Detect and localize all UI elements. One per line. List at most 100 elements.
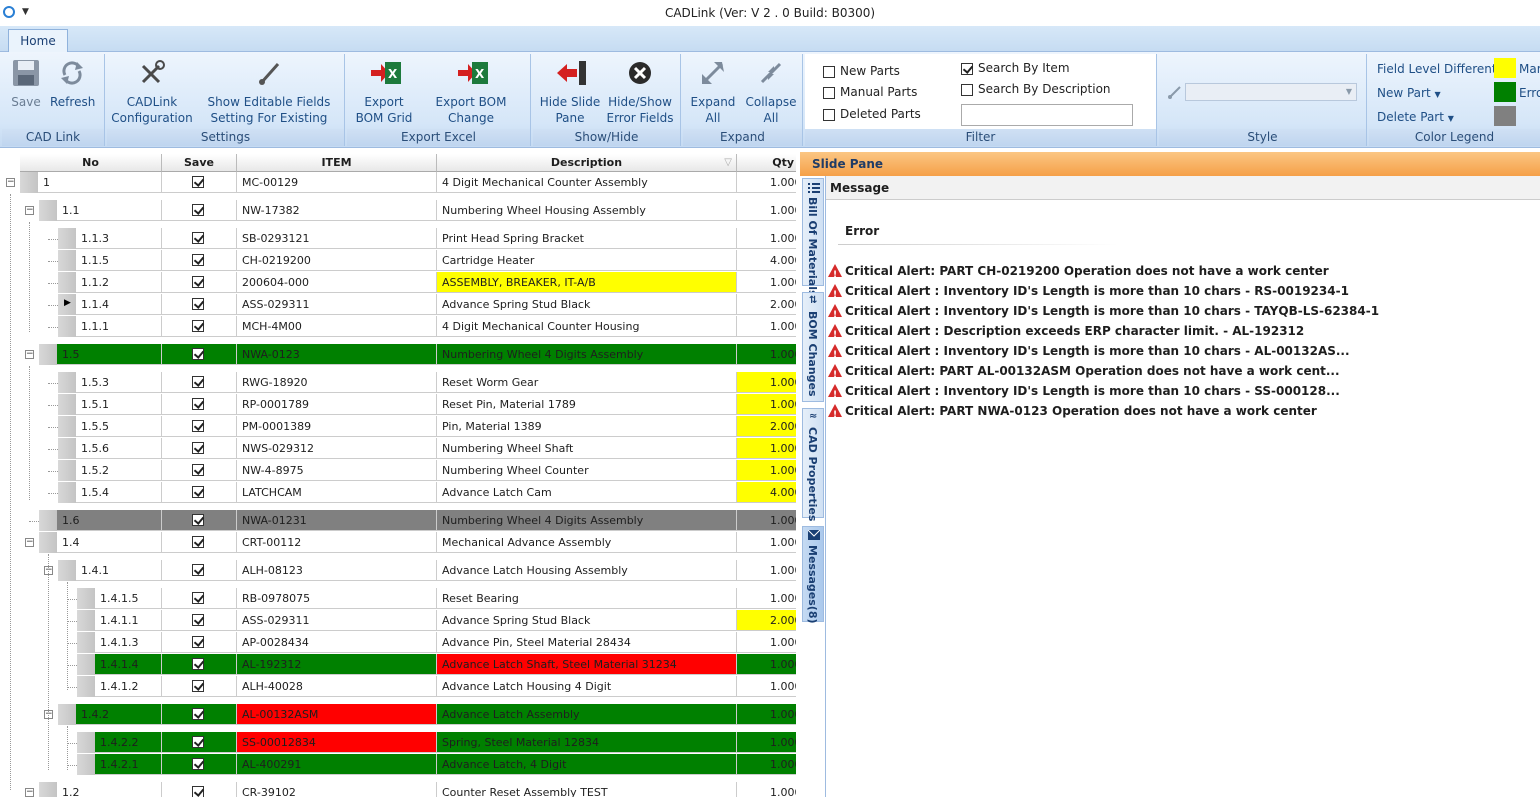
cell-no[interactable]: 1.5 xyxy=(57,344,162,365)
cell-item[interactable]: RWG-18920 xyxy=(237,372,437,393)
row-selector[interactable] xyxy=(77,676,95,697)
row-selector[interactable] xyxy=(58,250,76,271)
cell-item[interactable]: SB-0293121 xyxy=(237,228,437,249)
cell-qty[interactable]: 1.000 xyxy=(737,560,796,581)
save-checkbox[interactable] xyxy=(192,398,204,410)
save-checkbox[interactable] xyxy=(192,536,204,548)
cell-item[interactable]: NWS-029312 xyxy=(237,438,437,459)
alert-message[interactable]: Critical Alert : Inventory ID's Length i… xyxy=(828,282,1349,304)
table-row[interactable]: 1.4.1.1 ASS-029311 Advance Spring Stud Bla… xyxy=(0,610,796,632)
save-checkbox[interactable] xyxy=(192,348,204,360)
cell-desc[interactable]: 4 Digit Mechanical Counter Assembly xyxy=(437,172,737,193)
cell-desc[interactable]: 4 Digit Mechanical Counter Housing xyxy=(437,316,737,337)
cell-no[interactable]: 1.4.1.4 xyxy=(95,654,162,675)
cell-desc[interactable]: ASSEMBLY, BREAKER, IT-A/B xyxy=(437,272,737,293)
table-row[interactable]: 1.1.5 CH-0219200Cartridge Heater4.000 xyxy=(0,250,796,272)
cell-item[interactable]: CR-39102 xyxy=(237,782,437,797)
row-selector[interactable] xyxy=(58,272,76,293)
cell-no[interactable]: 1.5.6 xyxy=(76,438,162,459)
filter-funnel-icon[interactable]: ▽ xyxy=(724,154,732,171)
cell-item[interactable]: NW-17382 xyxy=(237,200,437,221)
filter-search-input[interactable] xyxy=(961,104,1133,126)
cell-qty[interactable]: 1.000 xyxy=(737,372,796,393)
row-selector[interactable] xyxy=(58,228,76,249)
row-selector[interactable] xyxy=(58,372,76,393)
row-selector[interactable] xyxy=(39,200,57,221)
cell-qty[interactable]: 1.000 xyxy=(737,704,796,725)
cell-save[interactable] xyxy=(162,732,237,753)
cell-save[interactable] xyxy=(162,510,237,531)
cell-save[interactable] xyxy=(162,294,237,315)
cell-save[interactable] xyxy=(162,394,237,415)
filter-deleted-parts[interactable]: Deleted Parts xyxy=(823,107,921,121)
collapse-toggle-icon[interactable]: − xyxy=(6,178,15,187)
table-row[interactable]: − 1 MC-00129 4 Digit Mechanical Counter Ass… xyxy=(0,172,796,194)
cell-item[interactable]: ALH-08123 xyxy=(237,560,437,581)
cell-desc[interactable]: Mechanical Advance Assembly xyxy=(437,532,737,553)
row-selector[interactable] xyxy=(58,460,76,481)
cell-qty[interactable]: 1.000 xyxy=(737,532,796,553)
cell-save[interactable] xyxy=(162,344,237,365)
cell-qty[interactable]: 1.000 xyxy=(737,316,796,337)
save-checkbox[interactable] xyxy=(192,658,204,670)
cell-desc[interactable]: Cartridge Heater xyxy=(437,250,737,271)
row-selector[interactable] xyxy=(58,438,76,459)
cell-qty[interactable]: 2.000 xyxy=(737,294,796,315)
save-checkbox[interactable] xyxy=(192,254,204,266)
cell-desc[interactable]: Advance Latch, 4 Digit xyxy=(437,754,737,775)
cell-save[interactable] xyxy=(162,460,237,481)
cell-no[interactable]: 1.4.2.2 xyxy=(95,732,162,753)
table-row[interactable]: 1.4.1.4 AL-192312 Advance Latch Shaft, Ste… xyxy=(0,654,796,676)
cell-item[interactable]: MCH-4M00 xyxy=(237,316,437,337)
cell-save[interactable] xyxy=(162,228,237,249)
cell-no[interactable]: 1.1.4 xyxy=(76,294,162,315)
cell-item[interactable]: SS-00012834 xyxy=(237,732,437,753)
cell-no[interactable]: 1.5.1 xyxy=(76,394,162,415)
save-checkbox[interactable] xyxy=(192,298,204,310)
cell-desc[interactable]: Reset Bearing xyxy=(437,588,737,609)
save-checkbox[interactable] xyxy=(192,614,204,626)
save-checkbox[interactable] xyxy=(192,232,204,244)
cell-qty[interactable]: 1.000 xyxy=(737,732,796,753)
row-selector[interactable] xyxy=(39,510,57,531)
cadlink-configuration-button[interactable]: CADLink Configuration xyxy=(109,58,195,126)
table-row[interactable]: 1.5.1 RP-0001789 Reset Pin, Material 1789 1… xyxy=(0,394,796,416)
cell-save[interactable] xyxy=(162,416,237,437)
cell-no[interactable]: 1.4.2 xyxy=(76,704,162,725)
cell-save[interactable] xyxy=(162,704,237,725)
cell-desc[interactable]: Print Head Spring Bracket xyxy=(437,228,737,249)
cell-save[interactable] xyxy=(162,654,237,675)
row-selector[interactable] xyxy=(77,732,95,753)
cell-qty[interactable]: 2.000 xyxy=(737,610,796,631)
table-row[interactable]: 1.5.6 NWS-029312 Numbering Wheel Shaft 1.00… xyxy=(0,438,796,460)
table-row[interactable]: 1.5.5 PM-0001389Pin, Material 13892.000 xyxy=(0,416,796,438)
cell-no[interactable]: 1.5.3 xyxy=(76,372,162,393)
cell-save[interactable] xyxy=(162,172,237,193)
cell-item[interactable]: ALH-40028 xyxy=(237,676,437,697)
row-selector[interactable] xyxy=(39,344,57,365)
cell-save[interactable] xyxy=(162,316,237,337)
manual-parts-checkbox[interactable] xyxy=(823,86,835,99)
filter-search-by-item[interactable]: Search By Item xyxy=(961,61,1070,75)
cell-save[interactable] xyxy=(162,632,237,653)
table-row[interactable]: − 1.2 CR-39102 Counter Reset Assembly TEST 1… xyxy=(0,782,796,797)
collapse-all-button[interactable]: Collapse All xyxy=(743,58,799,126)
cell-no[interactable]: 1.4.2.1 xyxy=(95,754,162,775)
save-checkbox[interactable] xyxy=(192,376,204,388)
table-row[interactable]: − 1.4 CRT-00112 Mechanical Advance Assembly… xyxy=(0,532,796,554)
cell-item[interactable]: PM-0001389 xyxy=(237,416,437,437)
table-row[interactable]: 1.4.1.2 ALH-40028 Advance Latch Housing 4 … xyxy=(0,676,796,698)
filter-search-by-description[interactable]: Search By Description xyxy=(961,82,1111,96)
cell-desc[interactable]: Reset Pin, Material 1789 xyxy=(437,394,737,415)
cell-save[interactable] xyxy=(162,482,237,503)
save-checkbox[interactable] xyxy=(192,514,204,526)
cell-desc[interactable]: Advance Spring Stud Black xyxy=(437,610,737,631)
table-row[interactable]: 1.1.3 SB-0293121 Print Head Spring Bracket… xyxy=(0,228,796,250)
cell-item[interactable]: ASS-029311 xyxy=(237,294,437,315)
hide-show-error-fields-button[interactable]: Hide/Show Error Fields xyxy=(605,58,675,126)
alert-message[interactable]: Critical Alert: PART CH-0219200 Operatio… xyxy=(828,262,1329,284)
row-selector[interactable] xyxy=(58,704,76,725)
save-checkbox[interactable] xyxy=(192,204,204,216)
save-checkbox[interactable] xyxy=(192,464,204,476)
alert-message[interactable]: Critical Alert : Inventory ID's Length i… xyxy=(828,342,1350,364)
